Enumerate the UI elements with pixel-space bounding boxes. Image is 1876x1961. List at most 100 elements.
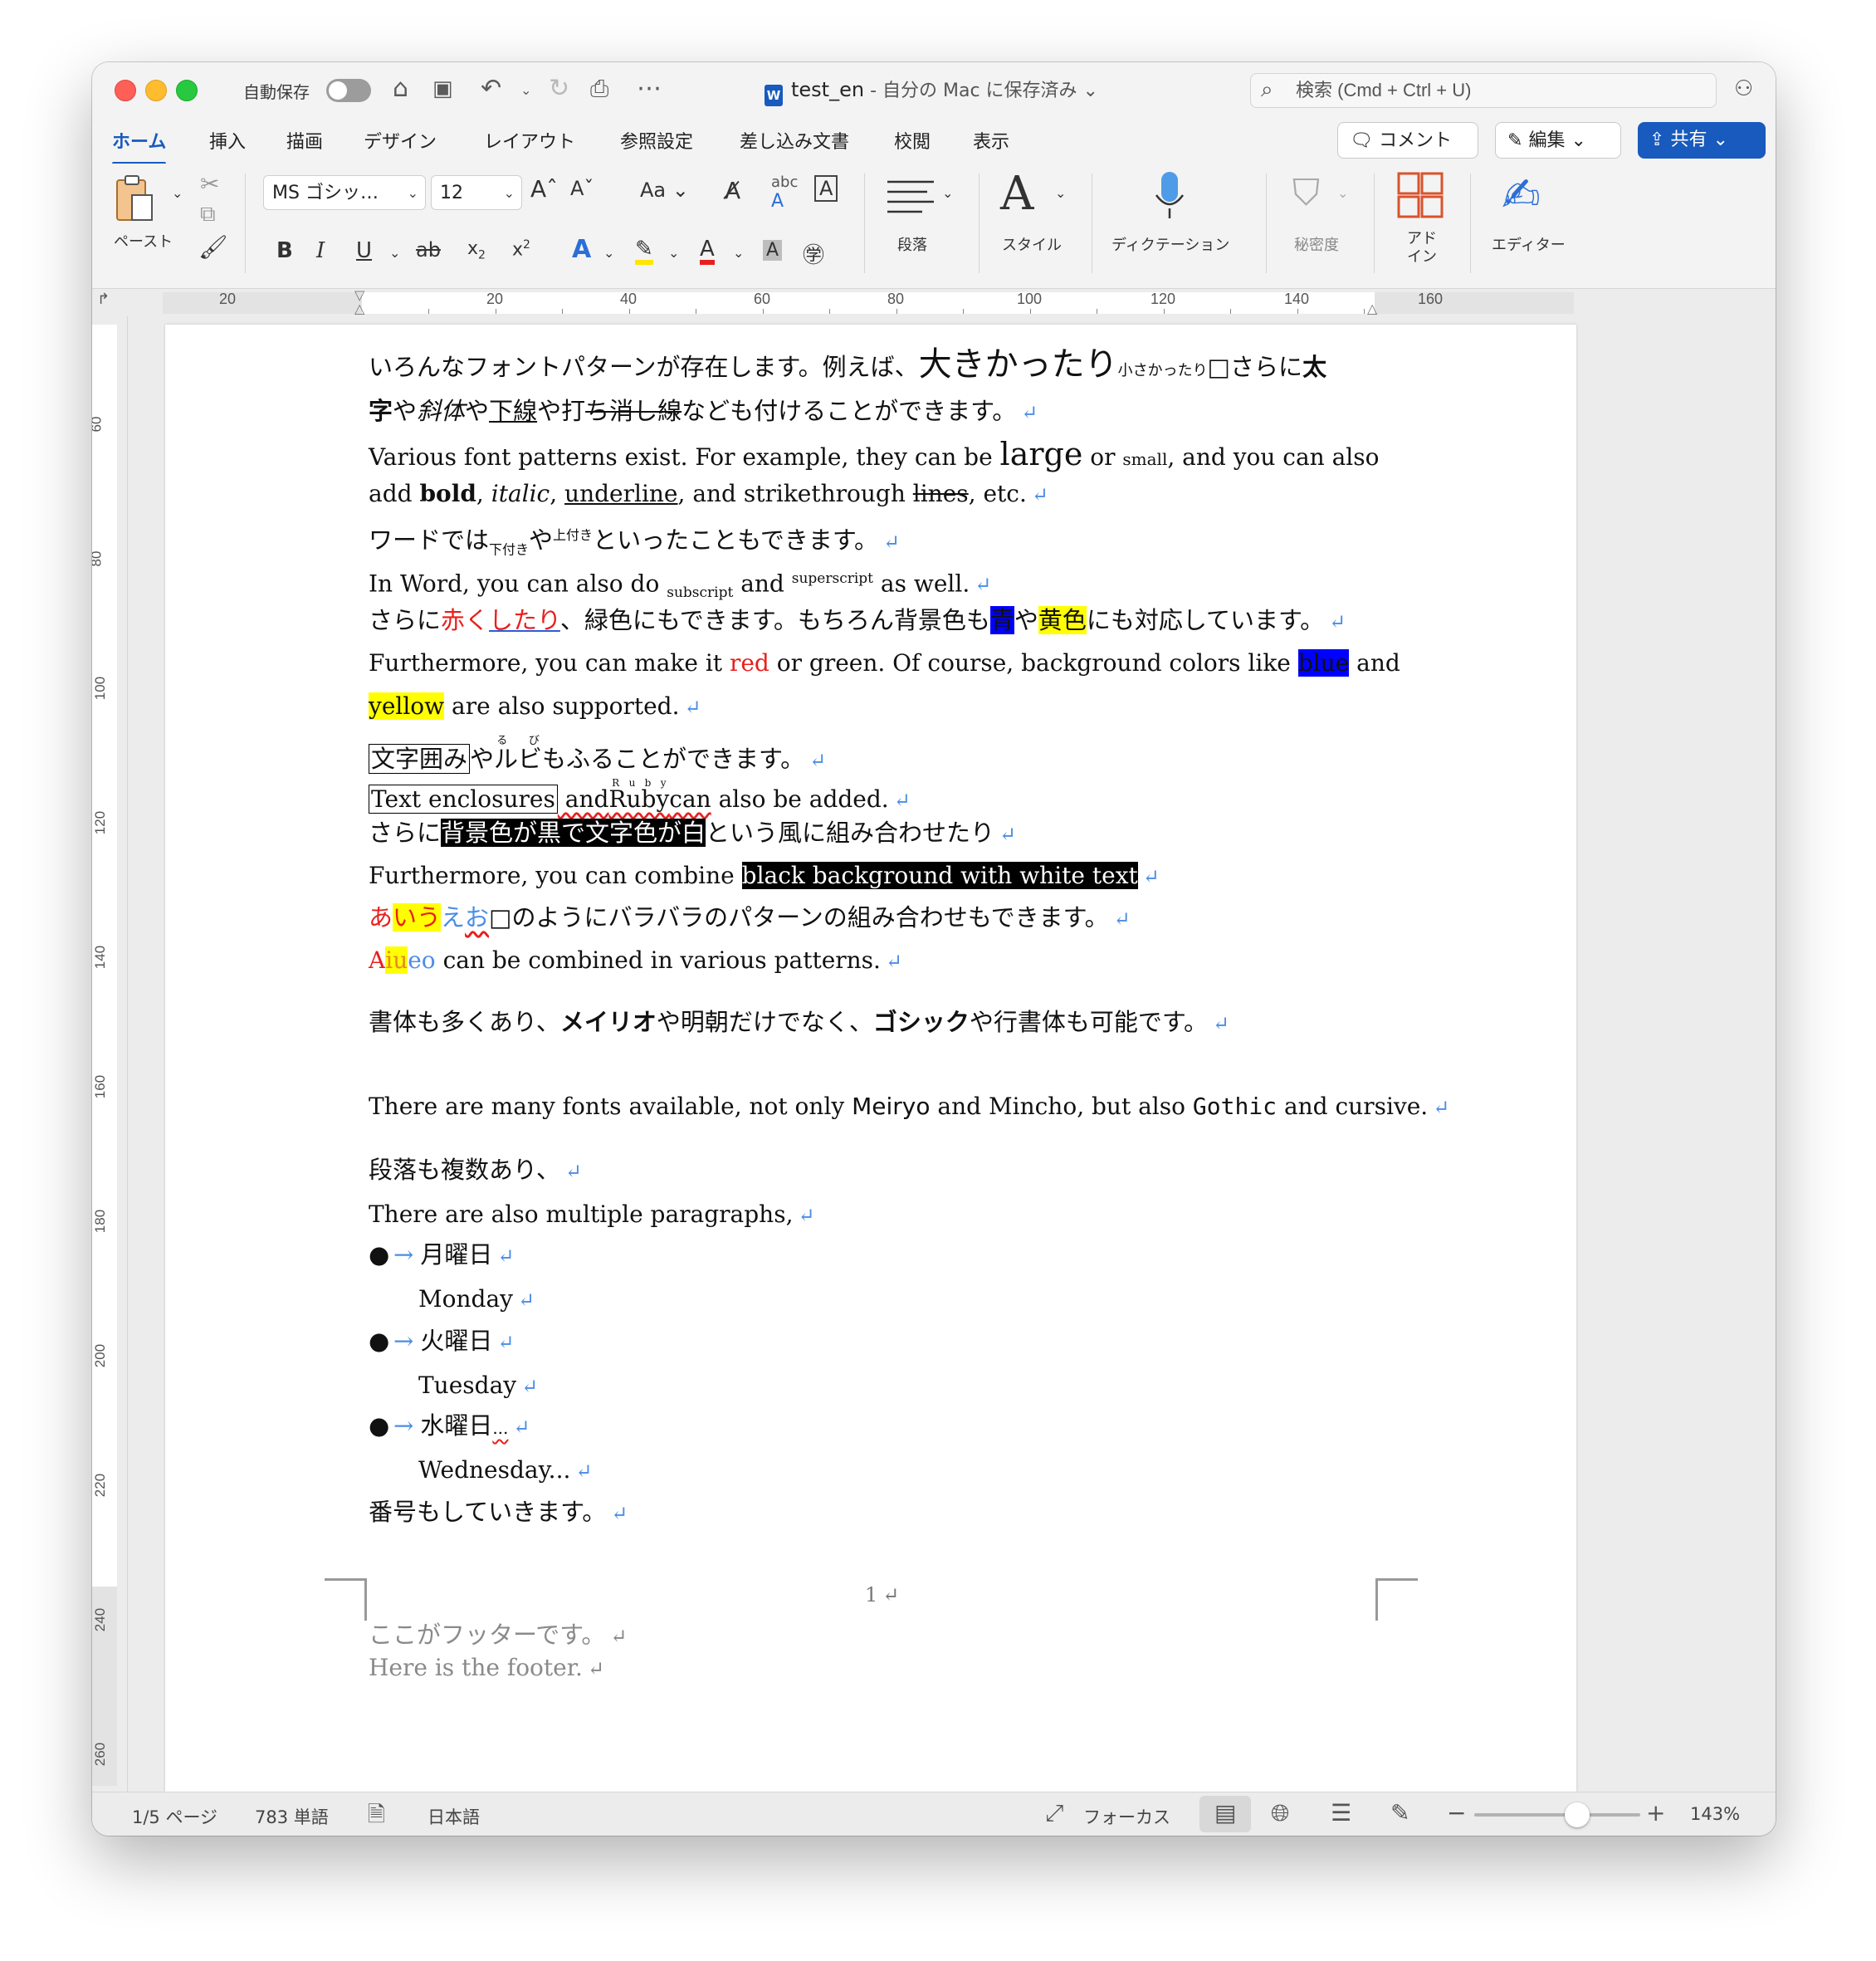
close-window-button[interactable] xyxy=(115,80,136,101)
outline-view-icon[interactable]: ☰ xyxy=(1331,1799,1351,1827)
undo-dropdown-icon[interactable]: ⌄ xyxy=(520,76,531,105)
font-color-icon[interactable]: A xyxy=(700,238,715,265)
tab-mailings[interactable]: 差し込み文書 xyxy=(740,127,849,154)
zoom-out-icon[interactable]: − xyxy=(1447,1799,1466,1827)
vertical-ruler[interactable]: 60 80 100 120 140 160 180 200 220 240 26… xyxy=(92,316,128,1792)
character-shading-icon[interactable]: A xyxy=(763,240,783,261)
chevron-down-icon: ⌄ xyxy=(1707,130,1728,150)
redo-icon[interactable]: ↻ xyxy=(549,74,569,104)
tab-view[interactable]: 表示 xyxy=(973,127,1009,154)
chevron-down-icon[interactable]: ⌄ xyxy=(1055,185,1066,201)
text-run: という風に組み合わせたり xyxy=(706,819,995,847)
focus-icon[interactable]: ⤢ xyxy=(1045,1799,1063,1827)
text-run: , xyxy=(550,480,565,507)
horizontal-ruler[interactable]: ↱ 20 20 40 60 80 100 120 140 160 ▽ △ △ xyxy=(92,287,1776,318)
zoom-in-icon[interactable]: + xyxy=(1646,1799,1665,1827)
tab-layout[interactable]: レイアウト xyxy=(484,127,575,154)
document-area[interactable]: 60 80 100 120 140 160 180 200 220 240 26… xyxy=(92,316,1776,1792)
tab-insert[interactable]: 挿入 xyxy=(209,127,246,154)
editor-icon[interactable]: ✍︎ xyxy=(1502,169,1541,223)
right-indent-marker[interactable]: △ xyxy=(1367,301,1377,316)
home-icon[interactable]: ⌂ xyxy=(393,74,408,104)
tab-design[interactable]: デザイン xyxy=(364,127,437,154)
grow-font-icon[interactable]: Aˆ xyxy=(530,175,558,203)
chevron-down-icon[interactable]: ⌄ xyxy=(603,245,614,261)
text-run: and xyxy=(557,785,609,813)
cut-icon[interactable]: ✂ xyxy=(200,170,219,198)
account-icon[interactable]: ⚇ xyxy=(1734,74,1753,104)
print-layout-icon[interactable]: ▤ xyxy=(1214,1799,1236,1827)
paste-button[interactable] xyxy=(114,174,153,225)
chevron-down-icon[interactable]: ⌄ xyxy=(942,185,953,201)
language-indicator[interactable]: 日本語 xyxy=(427,1804,480,1829)
bold-button[interactable]: B xyxy=(276,238,293,263)
strikethrough-button[interactable]: ab xyxy=(416,238,441,262)
tab-home[interactable]: ホーム xyxy=(112,127,167,165)
draft-view-icon[interactable]: ✎ xyxy=(1390,1799,1409,1827)
zoom-level[interactable]: 143% xyxy=(1690,1804,1740,1824)
ruler-label: 60 xyxy=(754,291,771,307)
highlight-icon[interactable]: ✎ xyxy=(635,238,653,265)
sensitivity-icon[interactable]: ⛉ xyxy=(1292,172,1320,214)
italic-button[interactable]: I xyxy=(316,238,325,263)
underline-button[interactable]: U xyxy=(356,238,372,263)
more-icon[interactable]: ⋯ xyxy=(637,74,662,104)
zoom-window-button[interactable] xyxy=(176,80,198,101)
undo-icon[interactable]: ↶ xyxy=(481,74,501,104)
comment-button[interactable]: 🗨︎ コメント xyxy=(1337,122,1478,159)
copy-icon[interactable]: ⧉ xyxy=(200,202,216,227)
share-button[interactable]: ⇪ 共有 ⌄ xyxy=(1638,122,1766,159)
word-count[interactable]: 783 単語 xyxy=(255,1804,329,1829)
text-effects-icon[interactable]: A xyxy=(572,235,591,264)
format-painter-icon[interactable]: 🖌︎ xyxy=(198,233,228,261)
styles-icon[interactable]: A xyxy=(1000,167,1033,221)
change-case-icon[interactable]: Aa ⌄ xyxy=(640,178,689,202)
paste-dropdown-icon[interactable]: ⌄ xyxy=(172,185,183,201)
phonetic-guide-icon[interactable]: abc A xyxy=(771,174,798,212)
zoom-slider[interactable] xyxy=(1474,1813,1640,1817)
document-title[interactable]: Wtest_en - 自分の Mac に保存済み ⌄ xyxy=(765,76,1098,106)
dictation-button[interactable] xyxy=(1153,170,1186,225)
web-layout-icon[interactable]: 🌐︎ xyxy=(1271,1799,1289,1827)
proofing-status-icon[interactable]: 🗎︎ xyxy=(368,1799,385,1836)
edit-mode-button[interactable]: ✎ 編集 ⌄ xyxy=(1495,122,1621,159)
left-indent-marker[interactable]: △ xyxy=(354,301,364,316)
font-size-select[interactable]: 12 ⌄ xyxy=(431,175,522,210)
divider xyxy=(245,174,246,273)
chevron-down-icon[interactable]: ⌄ xyxy=(733,245,744,261)
paragraph-mark-icon: ↵ xyxy=(893,789,911,812)
footer-line[interactable]: Here is the footer. ↵ xyxy=(369,1653,604,1684)
character-border-icon[interactable]: A xyxy=(814,175,838,202)
chevron-down-icon[interactable]: ⌄ xyxy=(1337,185,1348,201)
tab-review[interactable]: 校閲 xyxy=(894,127,931,154)
clear-formatting-icon[interactable]: A̸ xyxy=(725,177,740,204)
footer-line[interactable]: ここがフッターです。 ↵ xyxy=(369,1620,627,1651)
tab-selector-icon[interactable]: ↱ xyxy=(97,291,110,308)
zoom-slider-knob[interactable] xyxy=(1565,1802,1590,1827)
chevron-down-icon[interactable]: ⌄ xyxy=(668,245,679,261)
tab-arrow-icon: → xyxy=(393,1411,414,1440)
document-page[interactable]: いろんなフォントパターンが存在します。例えば、大きかったり小さかったり□さらに太… xyxy=(165,325,1576,1792)
search-box[interactable]: ⌕ xyxy=(1250,73,1717,108)
text-run: eo xyxy=(408,946,436,974)
tab-references[interactable]: 参照設定 xyxy=(620,127,693,154)
shrink-font-icon[interactable]: Aˇ xyxy=(570,177,594,200)
font-name-select[interactable]: MS ゴシッ… ⌄ xyxy=(263,175,426,210)
paragraph-button[interactable] xyxy=(886,175,936,220)
underline-dropdown-icon[interactable]: ⌄ xyxy=(389,245,400,261)
superscript-button[interactable]: x2 xyxy=(512,238,530,260)
tab-draw[interactable]: 描画 xyxy=(286,127,323,154)
vruler-label: 100 xyxy=(92,676,109,701)
search-input[interactable] xyxy=(1294,78,1704,103)
paragraph-mark-icon: ↵ xyxy=(564,1160,582,1183)
subscript-button[interactable]: x2 xyxy=(467,238,486,262)
text-run: や行書体も可能です。 xyxy=(969,1008,1208,1036)
minimize-window-button[interactable] xyxy=(145,80,167,101)
enclose-characters-icon[interactable]: ㊫ xyxy=(803,238,824,269)
page-count[interactable]: 1/5 ページ xyxy=(132,1804,217,1829)
autosave-toggle[interactable] xyxy=(326,79,371,102)
print-icon[interactable]: ⎙ xyxy=(590,74,608,104)
addins-button[interactable] xyxy=(1397,172,1444,222)
focus-button[interactable]: フォーカス xyxy=(1083,1804,1170,1829)
save-icon[interactable]: ▣ xyxy=(432,74,453,104)
